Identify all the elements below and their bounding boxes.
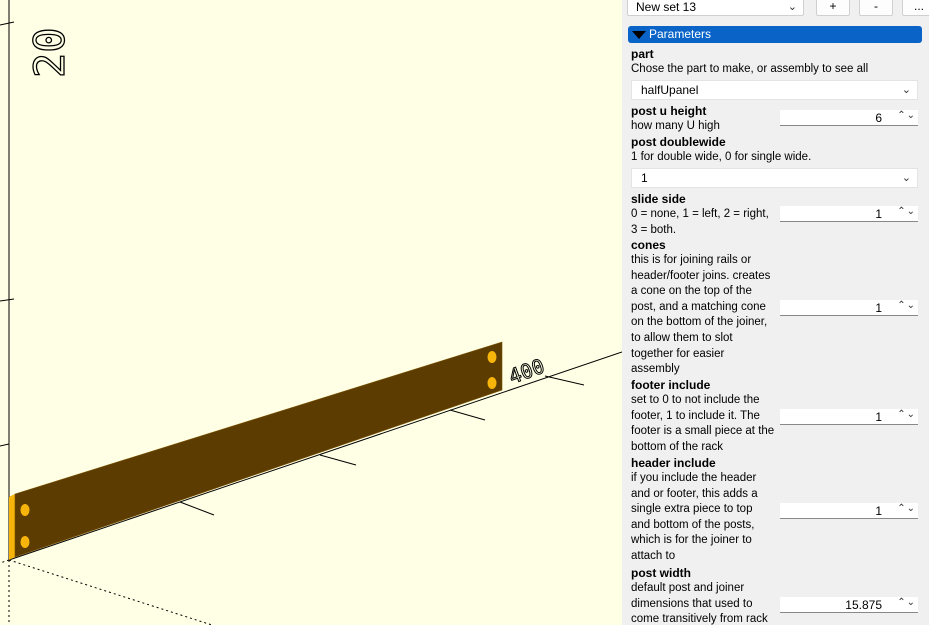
chevron-down-icon: ⌄ [901, 84, 911, 96]
part-select-value: halfUpanel [641, 83, 699, 97]
spin-arrows-icon[interactable]: ⌃⌄ [897, 206, 916, 217]
z-axis-tick [0, 21, 15, 26]
slide-side-spinbox[interactable]: 1 ⌃⌄ [780, 206, 918, 222]
desc-line: to allow them to slot [631, 331, 733, 344]
desc-line: this is for joining rails or [631, 254, 752, 266]
desc-line: single extra piece to top [631, 503, 753, 516]
spinbox-value: 15.875 [845, 598, 882, 612]
desc-line: on the bottom of the joiner, [631, 316, 768, 329]
spin-arrows-icon[interactable]: ⌃⌄ [897, 110, 916, 121]
desc-line: post, and a matching cone [631, 300, 766, 313]
more-options-button[interactable]: ... [902, 0, 929, 16]
post-width-spinbox[interactable]: 15.875 ⌃⌄ [780, 597, 918, 613]
param-slide-side-name: slide side [631, 192, 686, 206]
post-u-height-spinbox[interactable]: 6 ⌃⌄ [780, 110, 918, 126]
param-header-include-name: header include [631, 456, 716, 470]
z-axis-label: 20 [25, 27, 74, 78]
param-footer-include-desc: set to 0 to not include the footer, 1 to… [631, 393, 774, 455]
param-cones-desc: this is for joining rails or header/foot… [631, 253, 770, 378]
desc-line: which is for the joiner to [631, 534, 752, 547]
spin-arrows-icon[interactable]: ⌃⌄ [897, 409, 916, 420]
customizer-panel: New set 13 ⌄ + - ... Parameters part Cho… [622, 0, 929, 625]
param-post-u-height-desc: how many U high [631, 120, 720, 132]
x-axis-tick [179, 501, 215, 516]
mount-hole [20, 536, 30, 548]
z-axis-tick [0, 443, 10, 447]
spin-arrows-icon[interactable]: ⌃⌄ [897, 503, 916, 514]
desc-line: default post and joiner [631, 582, 745, 594]
desc-line: attach to [631, 549, 676, 562]
param-header-include-desc: if you include the header and or footer,… [631, 471, 758, 565]
x-axis-tick [449, 409, 486, 421]
footer-include-spinbox[interactable]: 1 ⌃⌄ [780, 409, 918, 425]
part-front-face [14, 341, 503, 558]
desc-line: header/footer joins. creates [631, 269, 771, 282]
spin-arrows-icon[interactable]: ⌃⌄ [897, 300, 916, 311]
param-post-u-height-name: post u height [631, 104, 707, 118]
preset-value: New set 13 [636, 0, 697, 14]
chevron-down-icon: ⌄ [901, 172, 911, 184]
section-title: Parameters [649, 27, 712, 41]
customizer-toolbar: New set 13 ⌄ + - ... [622, 0, 929, 20]
desc-line: footer, 1 to include it. The [631, 409, 760, 422]
collapse-triangle-icon [632, 30, 646, 39]
spinbox-value: 1 [875, 410, 882, 424]
desc-line: if you include the header [631, 472, 757, 484]
spinbox-value: 6 [875, 111, 882, 125]
header-include-spinbox[interactable]: 1 ⌃⌄ [780, 503, 918, 519]
mount-hole [487, 377, 497, 389]
desc-line: 0 = none, 1 = left, 2 = right, [631, 208, 769, 220]
cones-spinbox[interactable]: 1 ⌃⌄ [780, 300, 918, 316]
param-footer-include-name: footer include [631, 378, 711, 392]
desc-line: come transitively from rack [631, 613, 768, 625]
spinbox-value: 1 [875, 504, 882, 518]
remove-preset-button[interactable]: - [859, 0, 893, 16]
param-part-name: part [631, 47, 654, 61]
part-end-face [9, 494, 15, 560]
x-axis-label: 400 [506, 354, 548, 389]
parameters-section-header[interactable]: Parameters [628, 26, 922, 43]
param-post-width-desc: default post and joiner dimensions that … [631, 581, 768, 625]
z-axis-tick [0, 298, 15, 302]
neg-y-axis [8, 559, 213, 625]
param-post-doublewide-desc: 1 for double wide, 0 for single wide. [631, 151, 812, 163]
param-slide-side-desc: 0 = none, 1 = left, 2 = right, 3 = both. [631, 207, 769, 238]
spinbox-value: 1 [875, 207, 882, 221]
param-post-doublewide-name: post doublewide [631, 135, 726, 149]
post-doublewide-select[interactable]: 1 ⌄ [631, 168, 918, 188]
3d-viewport[interactable]: 20 400 [0, 0, 622, 625]
x-axis [8, 351, 622, 561]
add-preset-button[interactable]: + [816, 0, 850, 16]
desc-line: and or footer, this adds a [631, 487, 758, 500]
desc-line: bottom of the rack [631, 440, 724, 453]
mount-hole [20, 504, 30, 516]
chevron-down-icon: ⌄ [787, 1, 797, 13]
desc-line: dimensions that used to [631, 597, 753, 610]
x-axis-tick [319, 454, 357, 466]
post-doublewide-value: 1 [641, 171, 648, 185]
part-select[interactable]: halfUpanel ⌄ [631, 80, 918, 100]
desc-line: together for easier [631, 347, 725, 360]
param-cones-name: cones [631, 238, 666, 252]
mount-hole [487, 351, 497, 363]
desc-line: a cone on the top of the [631, 285, 752, 298]
viewport-canvas[interactable]: 20 400 [0, 0, 622, 625]
desc-line: footer is a small piece at the [631, 425, 775, 438]
spin-arrows-icon[interactable]: ⌃⌄ [897, 597, 916, 608]
desc-line: and bottom of the posts, [631, 518, 755, 531]
desc-line: 3 = both. [631, 223, 677, 236]
x-axis-tick [544, 375, 585, 386]
desc-line: set to 0 to not include the [631, 394, 760, 406]
desc-line: assembly [631, 363, 680, 376]
param-part-desc: Chose the part to make, or assembly to s… [631, 63, 869, 75]
preset-select[interactable]: New set 13 ⌄ [627, 0, 804, 16]
neg-x-axis [0, 559, 10, 564]
spinbox-value: 1 [875, 301, 882, 315]
param-post-width-name: post width [631, 566, 691, 580]
